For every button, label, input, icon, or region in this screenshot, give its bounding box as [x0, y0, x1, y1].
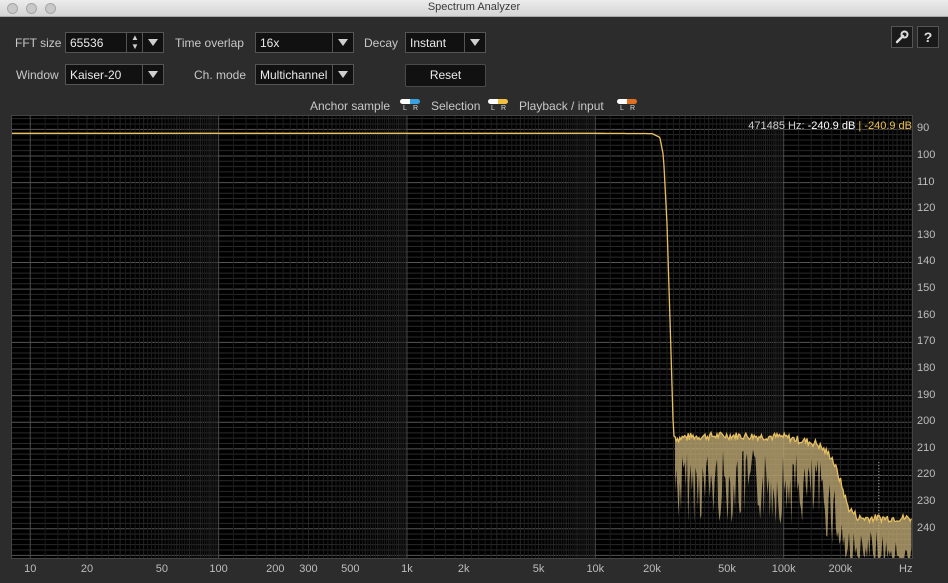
chevron-down-icon[interactable]: [142, 65, 163, 84]
x-tick-label: 500: [341, 563, 360, 575]
left-channel-label: L: [491, 105, 495, 112]
y-tick-label: 130: [917, 228, 936, 241]
y-tick-label: 100: [917, 148, 936, 161]
left-channel-label: L: [403, 105, 407, 112]
x-tick-label: 5k: [532, 563, 545, 575]
x-tick-label: 10k: [586, 563, 605, 575]
y-tick-label: 150: [917, 282, 936, 295]
readout-frequency: 471485 Hz:: [748, 120, 805, 132]
decay-select[interactable]: Instant: [405, 32, 486, 53]
y-tick-label: 210: [917, 441, 936, 454]
ch-mode-value: Multichannel: [260, 68, 328, 82]
time-overlap-value: 16x: [260, 36, 280, 50]
y-tick-label: 190: [917, 388, 936, 401]
anchor-sample-toggle[interactable]: L R: [400, 99, 420, 113]
readout-value-left: -240.9 dB: [807, 120, 856, 132]
x-tick-label: 200: [266, 563, 285, 575]
ch-mode-label: Ch. mode: [194, 68, 247, 82]
x-tick-label: 300: [299, 563, 318, 575]
spectrum-chart: [12, 116, 912, 558]
window-title: Spectrum Analyzer: [427, 1, 521, 13]
y-tick-label: 230: [917, 495, 936, 508]
fft-size-stepper[interactable]: ▲ ▼: [126, 33, 143, 52]
fft-size-select[interactable]: 65536 ▲ ▼: [65, 32, 164, 53]
x-tick-label: 200k: [828, 563, 853, 575]
chevron-down-icon[interactable]: [332, 65, 353, 84]
readout-value-right: -240.9 dB: [864, 120, 912, 132]
chevron-down-icon[interactable]: [142, 33, 163, 52]
time-overlap-select[interactable]: 16x: [255, 32, 354, 53]
x-tick-label: 2k: [457, 563, 470, 575]
y-tick-label: 170: [917, 335, 936, 348]
window-label: Window: [16, 68, 59, 82]
decay-label: Decay: [364, 36, 399, 50]
playback-input-toggle[interactable]: L R: [617, 99, 637, 113]
spectrum-plot[interactable]: [11, 115, 913, 559]
y-tick-label: 220: [917, 468, 936, 481]
settings-wrench-button[interactable]: [891, 26, 913, 48]
right-channel-label: R: [413, 105, 419, 112]
anchor-sample-label: Anchor sample: [310, 99, 391, 113]
left-channel-label: L: [620, 105, 624, 112]
y-tick-label: 110: [917, 175, 935, 188]
fft-size-value: 65536: [70, 36, 104, 50]
time-overlap-label: Time overlap: [175, 36, 244, 50]
x-tick-label: 50k: [718, 563, 736, 575]
y-tick-label: 90: [917, 122, 930, 135]
x-tick-label: 10: [24, 563, 37, 575]
y-tick-label: 200: [917, 415, 936, 428]
ch-mode-select[interactable]: Multichannel: [255, 64, 354, 85]
y-tick-label: 240: [917, 521, 936, 534]
right-channel-label: R: [501, 105, 507, 112]
y-tick-label: 120: [917, 202, 936, 215]
y-tick-label: 140: [917, 255, 936, 268]
title-bar: Spectrum Analyzer: [0, 0, 948, 17]
right-channel-label: R: [630, 105, 636, 112]
selection-label: Selection: [431, 99, 481, 113]
wrench-icon: [895, 30, 909, 44]
readout-separator: |: [858, 120, 862, 132]
y-tick-label: 180: [917, 361, 936, 374]
window-value: Kaiser-20: [70, 68, 122, 82]
y-tick-label: 160: [917, 308, 936, 321]
window-select[interactable]: Kaiser-20: [65, 64, 164, 85]
help-icon: ?: [923, 29, 933, 45]
chevron-down-icon[interactable]: [332, 33, 353, 52]
decay-value: Instant: [410, 36, 447, 50]
x-tick-label: 100k: [771, 563, 796, 575]
playback-input-label: Playback / input: [519, 99, 604, 113]
x-tick-label: 100: [209, 563, 228, 575]
chevron-down-icon[interactable]: [464, 33, 485, 52]
x-tick-label: 50: [155, 563, 169, 575]
x-axis-unit: Hz: [899, 563, 913, 575]
reset-button[interactable]: Reset: [405, 64, 486, 87]
fft-size-label: FFT size: [15, 36, 62, 50]
x-tick-label: 20k: [643, 563, 661, 575]
help-button[interactable]: ?: [917, 26, 939, 48]
x-tick-label: 1k: [401, 563, 413, 575]
selection-toggle[interactable]: L R: [488, 99, 508, 113]
cursor-readout: 471485 Hz: -240.9 dB | -240.9 dB: [748, 120, 912, 132]
x-tick-label: 20: [80, 563, 94, 575]
